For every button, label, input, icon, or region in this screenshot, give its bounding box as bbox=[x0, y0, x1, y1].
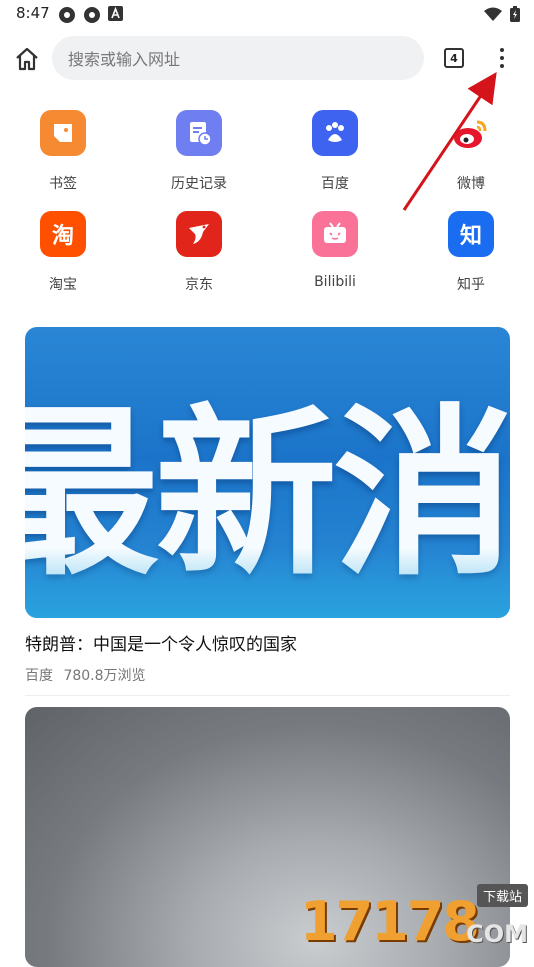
tab-switcher-button[interactable]: 4 bbox=[444, 48, 464, 68]
tab-count: 4 bbox=[450, 51, 458, 65]
news-card-image[interactable]: 最新消息 bbox=[25, 327, 510, 618]
app-notification-icon bbox=[84, 7, 100, 23]
watermark-logo: 17178 下载站 COM bbox=[300, 884, 530, 953]
weibo-icon bbox=[448, 110, 494, 156]
app-notification-icon bbox=[59, 7, 75, 23]
home-icon[interactable] bbox=[13, 45, 41, 73]
history-icon bbox=[176, 110, 222, 156]
news-headline[interactable]: 特朗普：中国是一个令人惊叹的国家 bbox=[25, 630, 297, 655]
news-views: 780.8万浏览 bbox=[63, 668, 146, 684]
a-notification-icon bbox=[108, 6, 123, 21]
shortcut-zhihu[interactable]: 知 知乎 bbox=[426, 211, 516, 294]
shortcut-label: 淘宝 bbox=[49, 277, 77, 293]
shortcut-label: 书签 bbox=[49, 176, 77, 192]
shortcut-label: Bilibili bbox=[314, 274, 356, 290]
shortcut-label: 知乎 bbox=[457, 277, 485, 293]
wifi-icon bbox=[484, 7, 502, 21]
shortcut-label: 历史记录 bbox=[171, 176, 227, 192]
bookmark-icon bbox=[40, 110, 86, 156]
news-source: 百度 bbox=[25, 668, 53, 684]
status-time: 8:47 bbox=[16, 4, 50, 22]
shortcut-label: 京东 bbox=[185, 277, 213, 293]
search-input[interactable]: 搜索或输入网址 bbox=[52, 36, 424, 80]
baidu-paw-icon bbox=[312, 110, 358, 156]
status-bar: 8:47 bbox=[0, 0, 534, 28]
battery-icon bbox=[510, 6, 520, 22]
feed-divider bbox=[25, 695, 510, 696]
bilibili-tv-icon bbox=[312, 211, 358, 257]
jd-icon bbox=[176, 211, 222, 257]
shortcut-bookmarks[interactable]: 书签 bbox=[18, 110, 108, 193]
shortcut-jd[interactable]: 京东 bbox=[154, 211, 244, 294]
shortcut-history[interactable]: 历史记录 bbox=[154, 110, 244, 193]
shortcut-label: 百度 bbox=[321, 176, 349, 192]
taobao-icon: 淘 bbox=[40, 211, 86, 257]
browser-toolbar: 搜索或输入网址 4 bbox=[0, 34, 534, 84]
more-menu-button[interactable] bbox=[492, 44, 512, 72]
shortcut-baidu[interactable]: 百度 bbox=[290, 110, 380, 193]
shortcut-bilibili[interactable]: Bilibili bbox=[290, 211, 380, 290]
zhihu-icon: 知 bbox=[448, 211, 494, 257]
news-meta: 百度 780.8万浏览 bbox=[25, 665, 146, 685]
shortcut-label: 微博 bbox=[457, 176, 485, 192]
shortcut-weibo[interactable]: 微博 bbox=[426, 110, 516, 193]
search-placeholder: 搜索或输入网址 bbox=[68, 50, 181, 69]
shortcut-taobao[interactable]: 淘 淘宝 bbox=[18, 211, 108, 294]
